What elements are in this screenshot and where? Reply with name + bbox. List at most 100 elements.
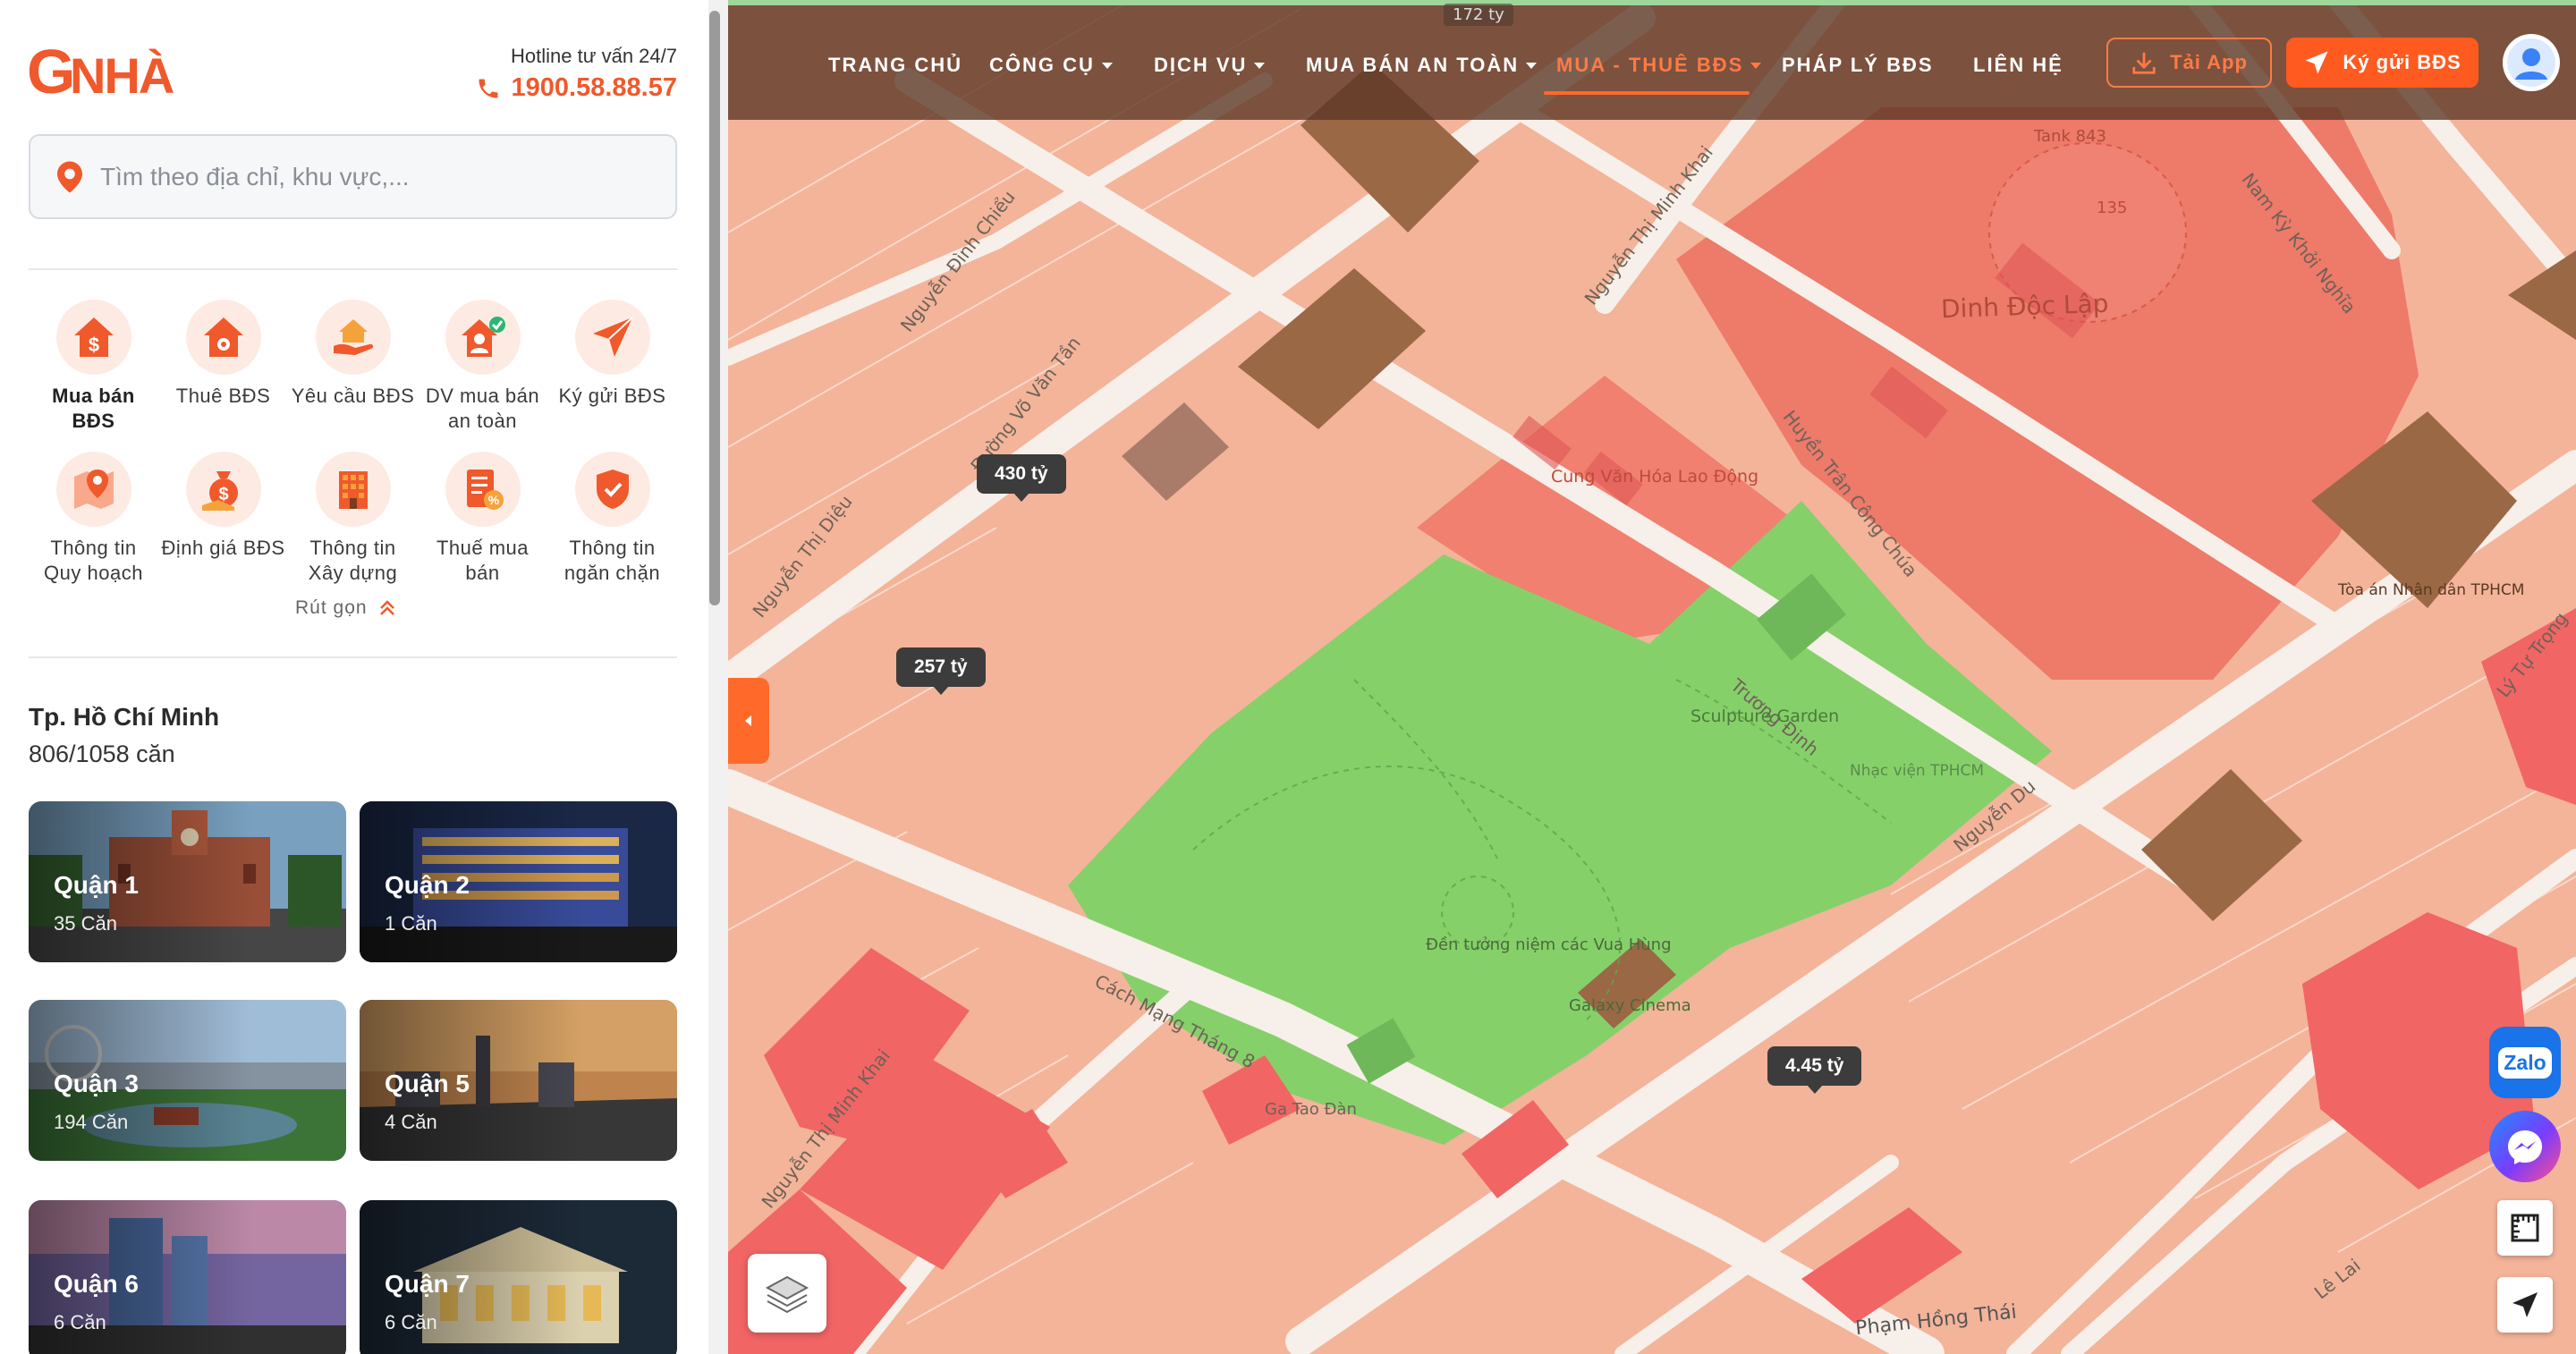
district-name: Quận 5 — [385, 1070, 470, 1097]
city-title: Tp. Hồ Chí Minh — [29, 703, 220, 731]
collapse-sidebar-tab[interactable] — [728, 678, 769, 764]
district-name: Quận 7 — [385, 1270, 470, 1298]
district-card-quan-6[interactable]: Quận 6 6 Căn — [29, 1200, 346, 1354]
nav-phap-ly-bds[interactable]: PHÁP LÝ BĐS — [1782, 54, 1934, 77]
hand-house-icon — [315, 300, 391, 375]
svg-text:NHÀ: NHÀ — [70, 47, 174, 104]
send-icon — [2305, 51, 2328, 74]
my-location-button[interactable] — [2497, 1277, 2553, 1333]
collapse-label: Rút gọn — [295, 597, 368, 618]
zalo-label: Zalo — [2498, 1046, 2552, 1079]
location-pin-icon — [57, 161, 82, 192]
nav-dich-vu[interactable]: DỊCH VỤ — [1154, 54, 1266, 77]
district-count: 194 Căn — [54, 1111, 129, 1133]
sidebar-scrollbar-thumb[interactable] — [709, 11, 720, 605]
search-box[interactable] — [29, 134, 677, 219]
district-card-quan-5[interactable]: Quận 5 4 Căn — [360, 1000, 677, 1161]
service-quy-hoach[interactable]: Thông tin Quy hoạch — [29, 452, 158, 586]
chevron-down-icon — [1254, 62, 1266, 69]
nav-label: TRANG CHỦ — [828, 54, 962, 76]
price-tag-430[interactable]: 430 tỷ — [977, 454, 1066, 502]
layers-icon — [765, 1275, 809, 1314]
nav-trang-chu[interactable]: TRANG CHỦ — [828, 54, 962, 77]
service-dv-an-toan[interactable]: DV mua bán an toàn — [418, 300, 547, 434]
service-ngan-chan[interactable]: Thông tin ngăn chặn — [547, 452, 677, 586]
district-count: 1 Căn — [385, 912, 437, 935]
nav-label: PHÁP LÝ BĐS — [1782, 54, 1934, 76]
price-tag-4-45[interactable]: 4.45 tỷ — [1767, 1046, 1862, 1094]
nav-label: DỊCH VỤ — [1154, 54, 1248, 76]
service-mua-ban[interactable]: $ Mua bán BĐS — [29, 300, 158, 434]
svg-text:%: % — [487, 493, 499, 507]
divider — [29, 268, 677, 270]
gnha-logo[interactable]: G NHÀ — [27, 38, 188, 106]
service-xay-dung[interactable]: Thông tin Xây dựng — [288, 452, 418, 586]
map-layers-button[interactable] — [748, 1254, 826, 1333]
map-canvas[interactable] — [728, 0, 2576, 1354]
chevron-down-icon — [1526, 62, 1538, 69]
service-ky-gui[interactable]: Ký gửi BĐS — [547, 300, 677, 434]
collapse-services-button[interactable]: Rút gọn — [295, 597, 398, 619]
money-bag-icon: $ — [185, 452, 261, 527]
ruler-tool-button[interactable] — [2497, 1200, 2553, 1256]
service-label: Thông tin Quy hoạch — [44, 537, 143, 584]
planning-map[interactable]: Dinh Độc Lập Trương Định Huyền Trân Công… — [728, 0, 2576, 1354]
chevron-down-icon — [1750, 62, 1762, 69]
svg-text:$: $ — [88, 334, 98, 356]
safe-deal-icon — [445, 300, 521, 375]
download-icon — [2132, 52, 2156, 74]
ky-gui-label: Ký gửi BĐS — [2343, 51, 2462, 73]
district-count: 4 Căn — [385, 1111, 437, 1133]
download-app-button[interactable]: Tải App — [2106, 38, 2272, 88]
svg-text:G: G — [27, 38, 75, 106]
double-chevron-up-icon — [379, 600, 394, 615]
service-thue-mua-ban[interactable]: % Thuế mua bán — [418, 452, 547, 586]
nav-lien-he[interactable]: LIÊN HỆ — [1973, 54, 2063, 77]
search-input[interactable] — [100, 162, 637, 191]
shield-icon — [574, 452, 650, 527]
zalo-chat-button[interactable]: Zalo — [2489, 1027, 2561, 1098]
navigation-arrow-icon — [2512, 1292, 2538, 1317]
hotline-number[interactable]: 1900.58.88.57 — [476, 73, 677, 103]
building-icon — [315, 452, 391, 527]
service-label: Định giá BĐS — [161, 537, 285, 559]
tax-document-icon: % — [445, 452, 521, 527]
service-label: Mua bán BĐS — [52, 385, 135, 432]
dollar-house-icon: $ — [55, 300, 131, 375]
service-thue[interactable]: Thuê BĐS — [158, 300, 288, 434]
district-card-quan-3[interactable]: Quận 3 194 Căn — [29, 1000, 346, 1161]
district-count: 6 Căn — [54, 1311, 106, 1333]
nav-cong-cu[interactable]: CÔNG CỤ — [989, 54, 1113, 77]
chevron-down-icon — [1101, 62, 1113, 69]
nav-mua-ban-an-toan[interactable]: MUA BÁN AN TOÀN — [1306, 54, 1538, 77]
price-tag-257[interactable]: 257 tỷ — [896, 647, 986, 695]
house-icon — [185, 300, 261, 375]
district-count: 35 Căn — [54, 912, 117, 935]
district-card-quan-7[interactable]: Quận 7 6 Căn — [360, 1200, 677, 1354]
service-grid: $ Mua bán BĐS Thuê BĐS Yêu cầu BĐS DV mu… — [29, 300, 677, 586]
service-label: DV mua bán an toàn — [425, 385, 540, 432]
district-name: Quận 1 — [54, 871, 139, 899]
service-dinh-gia[interactable]: $ Định giá BĐS — [158, 452, 288, 586]
chevron-left-icon — [745, 715, 751, 726]
hotline-number-text: 1900.58.88.57 — [511, 73, 677, 102]
service-label: Thông tin Xây dựng — [308, 537, 398, 584]
divider — [29, 656, 677, 658]
district-card-quan-1[interactable]: Quận 1 35 Căn — [29, 801, 346, 962]
district-name: Quận 3 — [54, 1070, 139, 1097]
sidebar: G NHÀ Hotline tư vấn 24/7 1900.58.88.57 … — [0, 0, 708, 1354]
district-name: Quận 6 — [54, 1270, 139, 1298]
service-yeu-cau[interactable]: Yêu cầu BĐS — [288, 300, 418, 434]
nav-mua-thue-bds[interactable]: MUA - THUÊ BĐS — [1556, 54, 1762, 77]
user-avatar[interactable] — [2503, 34, 2560, 91]
district-card-quan-2[interactable]: Quận 2 1 Căn — [360, 801, 677, 962]
messenger-button[interactable] — [2489, 1111, 2561, 1182]
district-name: Quận 2 — [385, 871, 470, 899]
active-nav-underline — [1544, 91, 1750, 95]
phone-icon — [479, 79, 498, 97]
ky-gui-button[interactable]: Ký gửi BĐS — [2286, 38, 2479, 88]
send-icon — [574, 300, 650, 375]
nav-label: MUA - THUÊ BĐS — [1556, 54, 1744, 76]
hotline-label: Hotline tư vấn 24/7 — [511, 45, 677, 67]
user-icon — [2507, 38, 2555, 87]
